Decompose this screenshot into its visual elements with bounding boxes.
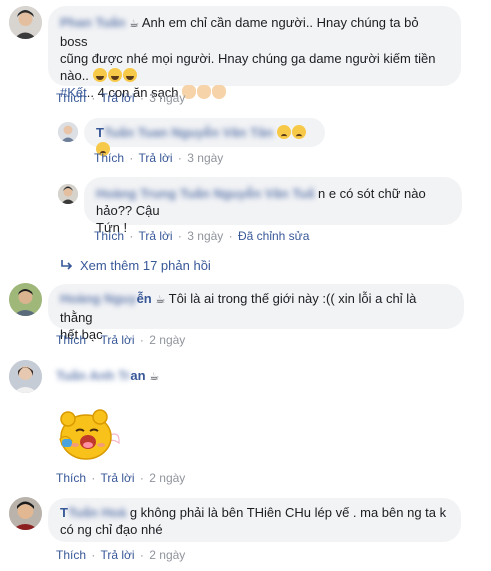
commenter-name[interactable]: Tuấn Anh Tr <box>56 368 130 383</box>
avatar[interactable] <box>58 122 78 142</box>
avatar[interactable] <box>9 6 42 39</box>
comment-actions: Thích · Trả lời · 3 ngày <box>94 151 224 165</box>
comment-text: có ng chỉ đạo nhé <box>60 522 163 537</box>
comment-actions: Thích · Trả lời · 2 ngày <box>56 471 186 485</box>
timestamp-link[interactable]: 2 ngày <box>149 471 185 485</box>
comment-actions: Thích · Trả lời · 3 ngày · Đã chỉnh sửa <box>94 229 310 243</box>
timestamp-link[interactable]: 3 ngày <box>187 229 223 243</box>
avatar[interactable] <box>58 184 78 204</box>
timestamp-link[interactable]: 2 ngày <box>149 333 185 347</box>
reply-link[interactable]: Trả lời <box>100 333 134 347</box>
like-link[interactable]: Thích <box>94 229 124 243</box>
commenter-name[interactable]: Hoàng Trung Tuấn Nguyễn Văn Tuấ <box>96 185 314 202</box>
timestamp-link[interactable]: 3 ngày <box>149 91 185 105</box>
laughing-emoji-icon <box>122 68 137 82</box>
comment-text: nào.. <box>60 68 89 83</box>
crying-bear-sticker <box>59 409 120 460</box>
avatar[interactable] <box>9 283 42 316</box>
reply-link[interactable]: Trả lời <box>100 471 134 485</box>
like-link[interactable]: Thích <box>56 333 86 347</box>
timestamp-link[interactable]: 3 ngày <box>187 151 223 165</box>
clap-emoji-icon <box>212 85 227 99</box>
avatar-photo <box>9 6 42 39</box>
commenter-name[interactable]: Hoàng Nguy <box>60 290 137 307</box>
coffee-icon: ☕ <box>155 294 166 306</box>
comment-actions: Thích · Trả lời · 2 ngày <box>56 548 186 562</box>
reply-link[interactable]: Trả lời <box>100 91 134 105</box>
avatar-photo <box>58 122 78 142</box>
comment-text: g không phải là bên THiên CHu lép vế . m… <box>129 505 447 520</box>
commenter-name-initial[interactable]: T <box>60 505 68 520</box>
commenter-name[interactable]: Phan Tuấn <box>60 14 125 31</box>
reply-link[interactable]: Trả lời <box>138 229 172 243</box>
reply-link[interactable]: Trả lời <box>100 548 134 562</box>
commenter-name-suffix[interactable]: an <box>130 368 145 383</box>
comment-bubble: Hoàng Nguyễn ☕ Tôi là ai trong thế giới … <box>48 284 464 342</box>
commenter-name-initial[interactable]: T <box>96 125 104 140</box>
comment-bubble: TTuấn Hoà g không phải là bên THiên CHu … <box>48 498 461 542</box>
sad-emoji-icon <box>276 125 291 139</box>
coffee-icon: ☕ <box>149 371 160 383</box>
comment-actions: Thích · Trả lời · 2 ngày <box>56 333 186 347</box>
coffee-icon: ☕ <box>129 18 139 30</box>
timestamp-link[interactable]: 2 ngày <box>149 548 185 562</box>
comment-text: cũng được nhé mọi người. Hnay chúng ga d… <box>60 51 436 66</box>
comment-actions: Thích · Trả lời · 3 ngày <box>56 91 186 105</box>
laughing-emoji-icon <box>107 68 122 82</box>
avatar-photo <box>9 497 42 530</box>
like-link[interactable]: Thích <box>94 151 124 165</box>
laughing-emoji-icon <box>92 68 107 82</box>
avatar-photo <box>9 360 42 393</box>
clap-emoji-icon <box>197 85 212 99</box>
commenter-row: Tuấn Anh Tran ☕ <box>56 368 159 383</box>
comment-bubble: Hoàng Trung Tuấn Nguyễn Văn Tuấ n e có s… <box>84 177 462 235</box>
avatar[interactable] <box>9 497 42 530</box>
like-link[interactable]: Thích <box>56 548 86 562</box>
avatar[interactable] <box>9 360 42 393</box>
avatar-photo <box>58 184 78 204</box>
sad-emoji-icon <box>291 125 306 139</box>
commenter-name[interactable]: Tuấn Tuan Nguyễn Văn Tân <box>104 124 273 141</box>
edited-label[interactable]: Đã chỉnh sửa <box>238 229 309 243</box>
reply-arrow-icon <box>61 260 73 270</box>
see-more-replies-link[interactable]: Xem thêm 17 phản hồi <box>60 258 211 273</box>
avatar-photo <box>9 283 42 316</box>
see-more-label: Xem thêm 17 phản hồi <box>80 258 211 273</box>
comment-bubble: TTuấn Tuan Nguyễn Văn Tân <box>84 118 325 156</box>
commenter-name-suffix[interactable]: ễn <box>137 291 152 306</box>
reply-link[interactable]: Trả lời <box>138 151 172 165</box>
like-link[interactable]: Thích <box>56 91 86 105</box>
like-link[interactable]: Thích <box>56 471 86 485</box>
commenter-name[interactable]: Tuấn Hoà <box>68 504 126 521</box>
comment-bubble: Phan Tuấn ☕ Anh em chỉ cần dame người.. … <box>48 6 461 100</box>
sticker-image[interactable] <box>50 395 122 467</box>
